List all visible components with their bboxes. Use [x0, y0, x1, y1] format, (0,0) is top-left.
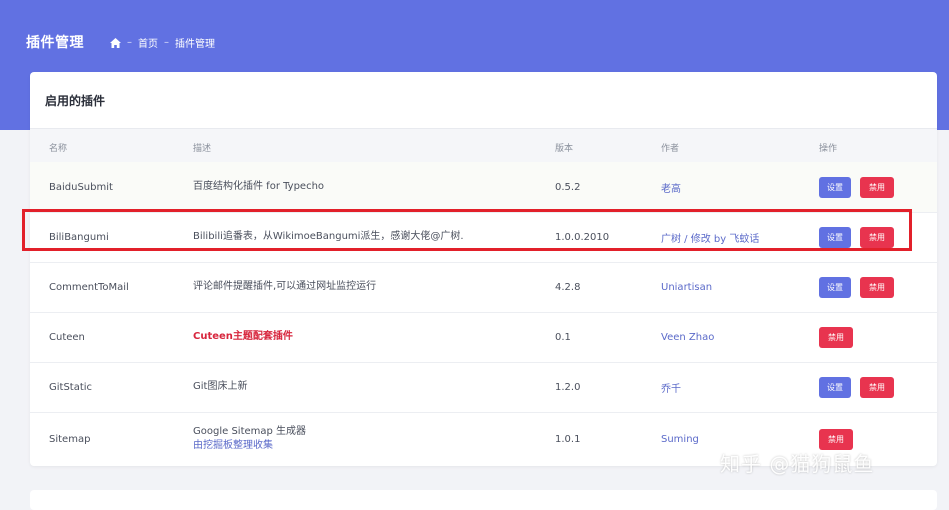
plugin-version: 0.5.2 [555, 181, 581, 193]
highlight-box [22, 209, 912, 251]
row-actions: 设置 禁用 [819, 362, 894, 412]
settings-button[interactable]: 设置 [819, 176, 851, 198]
column-name: 名称 [49, 144, 68, 154]
plugin-author[interactable]: Veen Zhao [661, 312, 714, 362]
breadcrumb-separator: – [164, 37, 169, 48]
disable-button[interactable]: 禁用 [819, 326, 853, 348]
home-icon[interactable] [110, 37, 121, 48]
plugin-version: 0.1 [555, 331, 571, 343]
breadcrumb-home[interactable]: 首页 [138, 35, 158, 50]
plugin-name: CommentToMail [49, 281, 129, 293]
column-operations: 操作 [819, 144, 838, 154]
plugin-author[interactable]: 老高 [661, 162, 681, 212]
plugin-description: 百度结构化插件 for Typecho [193, 181, 325, 192]
plugin-description-text: Cuteen主题配套插件 [193, 331, 293, 342]
plugin-name: BaiduSubmit [49, 181, 113, 193]
plugin-description-line[interactable]: 由挖掘板整理收集 [193, 439, 306, 453]
column-version: 版本 [555, 144, 574, 154]
plugin-description: Git图床上新 [193, 381, 248, 392]
enabled-plugins-card: 启用的插件 名称 描述 版本 作者 操作 BaiduSubmit 百度结构化插件… [30, 72, 937, 466]
row-actions: 设置 禁用 [819, 162, 894, 212]
column-description: 描述 [193, 144, 212, 154]
row-actions: 设置 禁用 [819, 262, 894, 312]
settings-button[interactable]: 设置 [819, 376, 851, 398]
table-row: GitStatic Git图床上新 1.2.0 乔千 设置 禁用 [30, 362, 937, 413]
plugin-name: Sitemap [49, 433, 91, 445]
plugin-description: Cuteen主题配套插件 [193, 312, 533, 362]
table-row: BaiduSubmit 百度结构化插件 for Typecho 0.5.2 老高… [30, 162, 937, 213]
plugin-author[interactable]: Uniartisan [661, 262, 712, 312]
watermark: 知乎 @猫狗鼠鱼 [720, 452, 875, 476]
disable-button[interactable]: 禁用 [819, 428, 853, 450]
plugin-description: 评论邮件提醒插件,可以通过网址监控运行 [193, 281, 377, 292]
breadcrumb-current: 插件管理 [175, 39, 215, 50]
plugin-description: Google Sitemap 生成器 由挖掘板整理收集 [193, 412, 533, 466]
disable-button[interactable]: 禁用 [860, 376, 894, 398]
row-actions: 禁用 [819, 312, 853, 362]
breadcrumb-separator: – [127, 37, 132, 48]
plugin-name: Cuteen [49, 331, 85, 343]
column-author: 作者 [661, 144, 680, 154]
table-row: Cuteen Cuteen主题配套插件 0.1 Veen Zhao 禁用 [30, 312, 937, 363]
disable-button[interactable]: 禁用 [860, 176, 894, 198]
card-title: 启用的插件 [45, 94, 106, 108]
table-row: CommentToMail 评论邮件提醒插件,可以通过网址监控运行 4.2.8 … [30, 262, 937, 313]
table-header: 名称 描述 版本 作者 操作 [30, 128, 937, 164]
plugin-version: 1.2.0 [555, 381, 581, 393]
plugin-name: GitStatic [49, 381, 93, 393]
page-title: 插件管理 [26, 35, 84, 51]
plugin-author[interactable]: Suming [661, 412, 699, 466]
plugin-version: 1.0.1 [555, 433, 581, 445]
breadcrumb: – 首页 – 插件管理 [110, 35, 215, 50]
disable-button[interactable]: 禁用 [860, 276, 894, 298]
plugin-version: 4.2.8 [555, 281, 581, 293]
plugin-description-line: Google Sitemap 生成器 [193, 426, 307, 437]
next-card [30, 490, 937, 510]
plugin-author[interactable]: 乔千 [661, 362, 681, 412]
settings-button[interactable]: 设置 [819, 276, 851, 298]
